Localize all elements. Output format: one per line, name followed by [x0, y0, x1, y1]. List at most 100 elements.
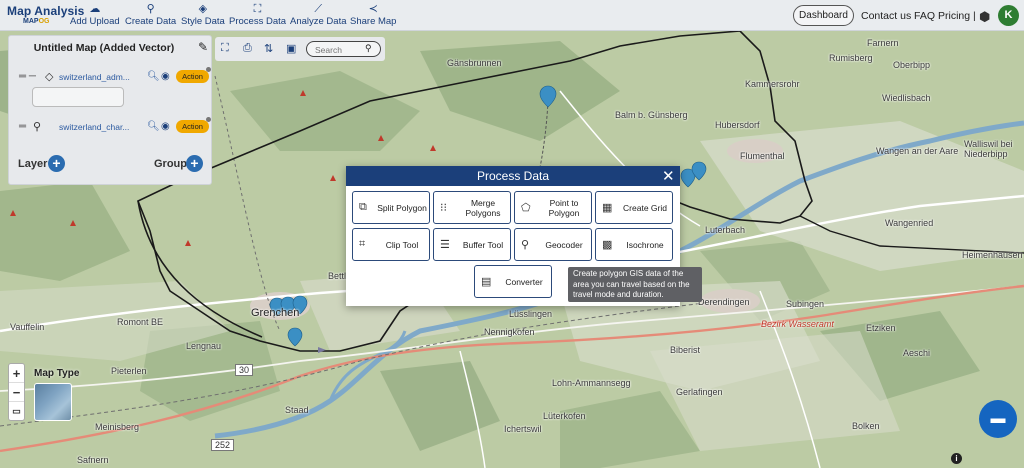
- drag-handle-icon[interactable]: ═: [19, 121, 26, 132]
- place-label: Meinisberg: [95, 422, 140, 432]
- cloud-upload-icon: ☁: [89, 3, 101, 15]
- nav-label: Add Upload: [70, 16, 120, 27]
- isochrone-button[interactable]: ▩ Isochrone: [595, 228, 673, 261]
- modal-title: Process Data: [476, 169, 550, 183]
- fullscreen-icon[interactable]: ⛶: [221, 42, 229, 55]
- clip-tool-button[interactable]: ⌗ Clip Tool: [352, 228, 430, 261]
- place-label: Derendingen: [698, 297, 750, 307]
- create-grid-button[interactable]: ▦ Create Grid: [595, 191, 673, 224]
- place-label: Safnern: [77, 455, 109, 465]
- map-type-thumbnail[interactable]: [34, 383, 72, 421]
- nav-share-map[interactable]: ≺ Share Map: [350, 3, 396, 27]
- geocoder-icon: ⚲: [521, 239, 530, 251]
- paint-bucket-icon: ◈: [198, 3, 208, 15]
- visibility-icon[interactable]: ◉: [161, 71, 170, 82]
- status-dot: [206, 117, 211, 122]
- place-label: Ichertswil: [504, 424, 542, 434]
- dashboard-button[interactable]: Dashboard: [793, 5, 854, 26]
- layer-item[interactable]: ═ ─ ◇ switzerland_adm... 🔍︎ ◉ Action: [19, 67, 211, 86]
- layers-icon: ☰: [440, 239, 450, 251]
- place-label: Wangenried: [885, 218, 934, 228]
- converter-icon: ▤: [481, 276, 492, 288]
- drag-handle-icon[interactable]: ═ ─: [19, 71, 36, 82]
- pricing-link[interactable]: Pricing |: [938, 10, 976, 22]
- place-label: Grenchen: [251, 307, 300, 319]
- place-label: Heimenhausen: [962, 250, 1023, 260]
- nav-style-data[interactable]: ◈ Style Data: [181, 3, 225, 27]
- contact-link[interactable]: Contact us: [861, 10, 911, 22]
- crop-icon: ⌗: [359, 238, 366, 250]
- nav-create-data[interactable]: ⚲ Create Data: [125, 3, 176, 27]
- zoom-out-button[interactable]: −: [9, 383, 24, 402]
- avatar[interactable]: K: [998, 5, 1019, 26]
- place-label: Farnern: [867, 38, 899, 48]
- place-label: Gänsbrunnen: [447, 58, 502, 68]
- zoom-to-layer-icon[interactable]: 🔍︎: [147, 71, 160, 82]
- layer-action-button[interactable]: Action: [176, 120, 209, 133]
- process-icon: ⛶: [253, 3, 262, 15]
- merge-polygons-button[interactable]: ⁝⁝ Merge Polygons: [433, 191, 511, 224]
- nav-process-data[interactable]: ⛶ Process Data: [229, 3, 286, 27]
- isochrone-tooltip: Create polygon GIS data of the area you …: [568, 267, 702, 302]
- pencil-icon[interactable]: ✎: [198, 40, 208, 54]
- share-icon: ≺: [368, 3, 378, 15]
- logo-map: MAP: [23, 18, 39, 25]
- layer-name[interactable]: switzerland_adm...: [59, 72, 131, 82]
- cube-icon[interactable]: ⬢: [979, 9, 990, 25]
- layer-item[interactable]: ═ ⚲ switzerland_char... 🔍︎ ◉ Action: [19, 117, 211, 136]
- place-label: Gerlafingen: [676, 387, 723, 397]
- merge-polygons-icon: ⁝⁝: [440, 202, 447, 214]
- split-polygon-button[interactable]: ⧉ Split Polygon: [352, 191, 430, 224]
- converter-button[interactable]: ▤ Converter: [474, 265, 552, 298]
- nav-label: Process Data: [229, 16, 287, 27]
- place-label: Biberist: [670, 345, 701, 355]
- place-label: Hubersdorf: [715, 120, 760, 130]
- zoom-to-layer-icon[interactable]: 🔍︎: [147, 121, 160, 132]
- zoom-in-button[interactable]: +: [9, 364, 24, 383]
- place-label: Subingen: [786, 299, 825, 309]
- point-to-polygon-button[interactable]: ⬠ Point to Polygon: [514, 191, 592, 224]
- modal-header: Process Data ✕: [346, 166, 680, 186]
- chat-bubble-icon[interactable]: ▣: [286, 42, 296, 55]
- add-layer-button[interactable]: +: [48, 155, 65, 172]
- polygon-icon: ◇: [45, 71, 54, 83]
- close-icon[interactable]: ✕: [662, 167, 675, 185]
- visibility-icon[interactable]: ◉: [161, 121, 170, 132]
- buffer-tool-button[interactable]: ☰ Buffer Tool: [433, 228, 511, 261]
- point-to-polygon-icon: ⬠: [521, 202, 531, 214]
- layer-panel: Untitled Map (Added Vector) ✎ ═ ─ ◇ swit…: [8, 35, 212, 185]
- search-icon[interactable]: ⚲: [365, 43, 372, 54]
- nav-label: Share Map: [350, 16, 397, 27]
- faq-link[interactable]: FAQ: [914, 10, 935, 22]
- tool-label: Geocoder: [545, 239, 583, 250]
- place-label: Staad: [285, 405, 309, 415]
- road-number: 252: [211, 439, 235, 451]
- map-type-label: Map Type: [34, 368, 80, 379]
- place-label: Bolken: [852, 421, 880, 431]
- tool-label: Converter: [505, 276, 543, 287]
- nav-analyze-data[interactable]: ⟋ Analyze Data: [290, 3, 347, 27]
- map-search-box[interactable]: ⚲: [306, 41, 381, 57]
- tool-label: Merge Polygons: [465, 197, 501, 218]
- search-input[interactable]: [315, 43, 363, 56]
- geocoder-button[interactable]: ⚲ Geocoder: [514, 228, 592, 261]
- compare-icon[interactable]: ⇅: [264, 42, 273, 55]
- chat-button[interactable]: ▬: [979, 400, 1017, 438]
- print-icon[interactable]: ⎙: [243, 42, 252, 55]
- layer-label: Layer: [18, 158, 48, 170]
- point-icon: ⚲: [33, 121, 42, 133]
- reset-view-button[interactable]: ▭: [9, 402, 24, 421]
- info-icon[interactable]: i: [951, 453, 962, 464]
- layer-name[interactable]: switzerland_char...: [59, 122, 131, 132]
- place-label: Lüterkofen: [543, 411, 586, 421]
- nav-add-upload[interactable]: ☁ Add Upload: [70, 3, 120, 27]
- add-group-button[interactable]: +: [186, 155, 203, 172]
- map-title: Untitled Map (Added Vector): [33, 42, 175, 54]
- place-label: Luterbach: [705, 225, 746, 235]
- place-label: Etziken: [866, 323, 896, 333]
- layer-rename-field[interactable]: [32, 87, 124, 107]
- nav-label: Style Data: [181, 16, 225, 27]
- grid-icon: ▦: [602, 202, 613, 214]
- layer-action-button[interactable]: Action: [176, 70, 209, 83]
- tool-label: Split Polygon: [377, 202, 427, 213]
